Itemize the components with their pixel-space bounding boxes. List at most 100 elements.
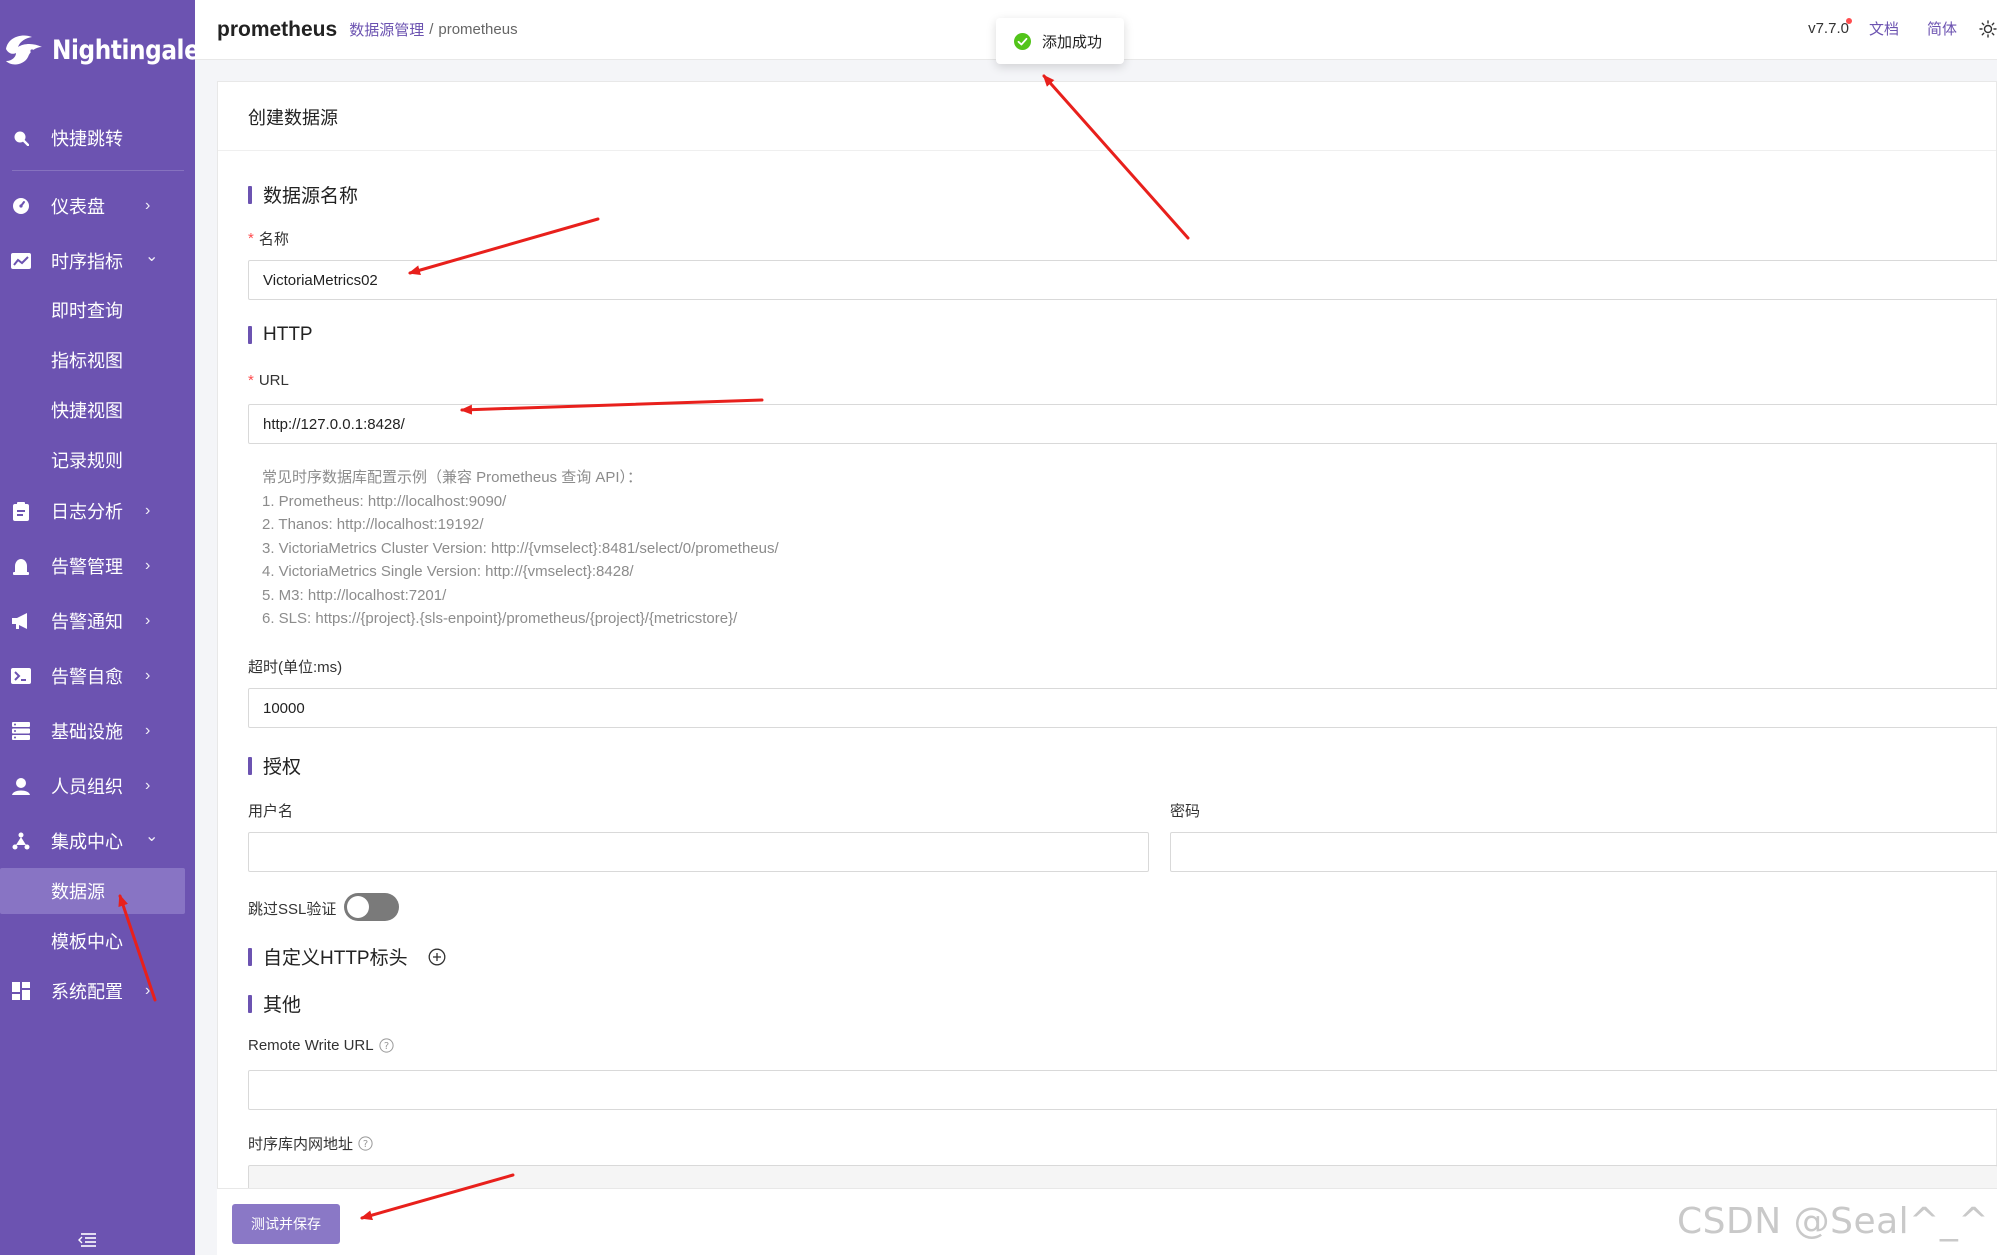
password-label: 密码 bbox=[1170, 803, 1201, 820]
question-circle-icon[interactable]: ? bbox=[358, 1136, 373, 1151]
timeout-label: 超时(单位:ms) bbox=[248, 659, 343, 676]
section-marker bbox=[248, 756, 252, 775]
required-mark: * bbox=[248, 372, 254, 389]
page-title: prometheus bbox=[217, 17, 338, 41]
test-and-save-button[interactable]: 测试并保存 bbox=[232, 1204, 340, 1244]
sidebar-item-system-config[interactable]: 系统配置 › bbox=[0, 966, 195, 1016]
sidebar-item-infrastructure[interactable]: 基础设施 › bbox=[0, 706, 195, 756]
section-custom-headers: 自定义HTTP标头 bbox=[248, 943, 446, 970]
version-text: v7.7.0 bbox=[1808, 20, 1849, 37]
sidebar-item-label: 快捷跳转 bbox=[51, 129, 123, 149]
section-title: 其他 bbox=[263, 995, 302, 1016]
add-header-plus-icon[interactable] bbox=[428, 948, 446, 966]
svg-text:?: ? bbox=[383, 1041, 388, 1052]
docs-link[interactable]: 文档 bbox=[1869, 18, 1899, 39]
sidebar-item-log-analysis[interactable]: 日志分析 › bbox=[0, 486, 195, 536]
url-help-text: 常见时序数据库配置示例（兼容 Prometheus 查询 API）： 1. Pr… bbox=[262, 466, 779, 631]
sidebar-item-integration[interactable]: 集成中心 ⌄ bbox=[0, 816, 195, 866]
help-line: 2. Thanos: http://localhost:19192/ bbox=[262, 516, 484, 533]
sidebar-item-label: 告警通知 bbox=[51, 612, 123, 632]
chevron-right-icon: › bbox=[145, 612, 151, 629]
version-badge[interactable]: v7.7.0 bbox=[1808, 18, 1852, 37]
language-switch[interactable]: 简体 bbox=[1927, 18, 1957, 39]
sidebar-item-self-healing[interactable]: 告警自愈 › bbox=[0, 651, 195, 701]
url-input[interactable]: http://127.0.0.1:8428/ bbox=[248, 404, 1997, 444]
nightingale-logo-icon bbox=[6, 35, 42, 65]
sidebar: Nightingale 快捷跳转 仪表盘 › 时序指标 ⌄ 即时查询 指标视图 … bbox=[0, 0, 200, 1255]
app-root: Nightingale 快捷跳转 仪表盘 › 时序指标 ⌄ 即时查询 指标视图 … bbox=[0, 0, 1997, 1255]
breadcrumb-separator: / bbox=[429, 21, 434, 38]
skip-ssl-label: 跳过SSL验证 bbox=[248, 901, 337, 918]
sidebar-subitem-quick-view[interactable]: 快捷视图 bbox=[0, 387, 195, 433]
datasource-form-card: 创建数据源 数据源名称 * 名称 VictoriaMetrics02 HTTP … bbox=[217, 81, 1997, 1255]
sidebar-item-label: 基础设施 bbox=[51, 722, 123, 742]
header-actions: v7.7.0 文档 简体 bbox=[1808, 18, 1997, 39]
breadcrumb-datasource-link[interactable]: 数据源管理 bbox=[349, 19, 424, 40]
section-title: HTTP bbox=[263, 324, 313, 345]
form-footer: 测试并保存 CSDN @Seal^_^ bbox=[217, 1188, 1997, 1255]
section-auth: 授权 bbox=[248, 752, 301, 779]
sidebar-item-label: 系统配置 bbox=[51, 982, 123, 1002]
chevron-down-icon: ⌄ bbox=[145, 248, 159, 265]
menu-collapse-icon[interactable] bbox=[77, 1232, 97, 1248]
chevron-right-icon: › bbox=[145, 197, 151, 214]
sidebar-item-quick-jump[interactable]: 快捷跳转 bbox=[0, 113, 195, 163]
chevron-down-icon: ⌄ bbox=[145, 828, 159, 845]
sidebar-item-label: 时序指标 bbox=[51, 252, 123, 272]
question-circle-icon[interactable]: ? bbox=[378, 1038, 394, 1053]
sidebar-subitem-datasource[interactable]: 数据源 bbox=[0, 868, 185, 914]
server-icon bbox=[10, 720, 32, 742]
chevron-right-icon: › bbox=[145, 502, 151, 519]
section-title: 数据源名称 bbox=[263, 186, 359, 207]
skip-ssl-toggle[interactable] bbox=[344, 893, 399, 921]
chevron-right-icon: › bbox=[145, 667, 151, 684]
check-circle-icon bbox=[1014, 32, 1031, 50]
svg-text:?: ? bbox=[363, 1139, 368, 1150]
name-label: * 名称 bbox=[248, 228, 289, 249]
timeout-input[interactable]: 10000 bbox=[248, 688, 1997, 728]
line-chart-icon bbox=[10, 250, 32, 272]
password-input[interactable] bbox=[1170, 832, 1997, 872]
section-title: 自定义HTTP标头 bbox=[263, 948, 408, 969]
section-marker bbox=[248, 994, 252, 1013]
chevron-right-icon: › bbox=[145, 557, 151, 574]
grid-icon bbox=[10, 980, 32, 1002]
section-marker bbox=[248, 326, 252, 344]
help-line: 1. Prometheus: http://localhost:9090/ bbox=[262, 492, 507, 510]
clipboard-icon bbox=[10, 500, 32, 522]
sidebar-item-dashboard[interactable]: 仪表盘 › bbox=[0, 181, 195, 231]
update-dot bbox=[1845, 18, 1852, 24]
sidebar-item-alert-management[interactable]: 告警管理 › bbox=[0, 541, 195, 591]
card-divider bbox=[218, 150, 1996, 151]
remote-write-input[interactable] bbox=[248, 1070, 1997, 1110]
theme-sun-icon[interactable] bbox=[1979, 19, 1997, 38]
name-input[interactable]: VictoriaMetrics02 bbox=[248, 260, 1997, 300]
sidebar-subitem-template-center[interactable]: 模板中心 bbox=[0, 918, 195, 964]
sidebar-subitem-metric-view[interactable]: 指标视图 bbox=[0, 337, 195, 383]
card-title: 创建数据源 bbox=[248, 108, 338, 128]
username-label: 用户名 bbox=[248, 803, 294, 820]
breadcrumb-current: prometheus bbox=[438, 21, 518, 38]
sidebar-divider bbox=[12, 170, 184, 171]
section-title: 授权 bbox=[263, 757, 302, 778]
username-input[interactable] bbox=[248, 832, 1149, 872]
sidebar-subitem-instant-query[interactable]: 即时查询 bbox=[0, 287, 195, 333]
help-line: 6. SLS: https://{project}.{sls-enpoint}/… bbox=[262, 610, 738, 627]
required-mark: * bbox=[248, 230, 254, 247]
sidebar-item-people[interactable]: 人员组织 › bbox=[0, 761, 195, 811]
watermark: CSDN @Seal^_^ bbox=[1677, 1201, 1989, 1242]
sidebar-subitem-recording-rules[interactable]: 记录规则 bbox=[0, 437, 195, 483]
section-http: HTTP bbox=[248, 324, 313, 346]
search-icon bbox=[10, 127, 32, 149]
user-icon bbox=[10, 775, 32, 797]
help-line: 4. VictoriaMetrics Single Version: http:… bbox=[262, 563, 634, 580]
sidebar-item-metrics[interactable]: 时序指标 ⌄ bbox=[0, 236, 195, 286]
remote-write-label: Remote Write URL ? bbox=[248, 1037, 394, 1054]
url-label-text: URL bbox=[258, 372, 289, 389]
sidebar-item-label: 仪表盘 bbox=[51, 197, 105, 217]
logo-text: Nightingale bbox=[52, 34, 200, 66]
sidebar-item-label: 集成中心 bbox=[51, 832, 123, 852]
remote-write-label-text: Remote Write URL bbox=[248, 1037, 374, 1054]
sidebar-item-alert-notify[interactable]: 告警通知 › bbox=[0, 596, 195, 646]
sidebar-item-label: 日志分析 bbox=[51, 502, 123, 522]
